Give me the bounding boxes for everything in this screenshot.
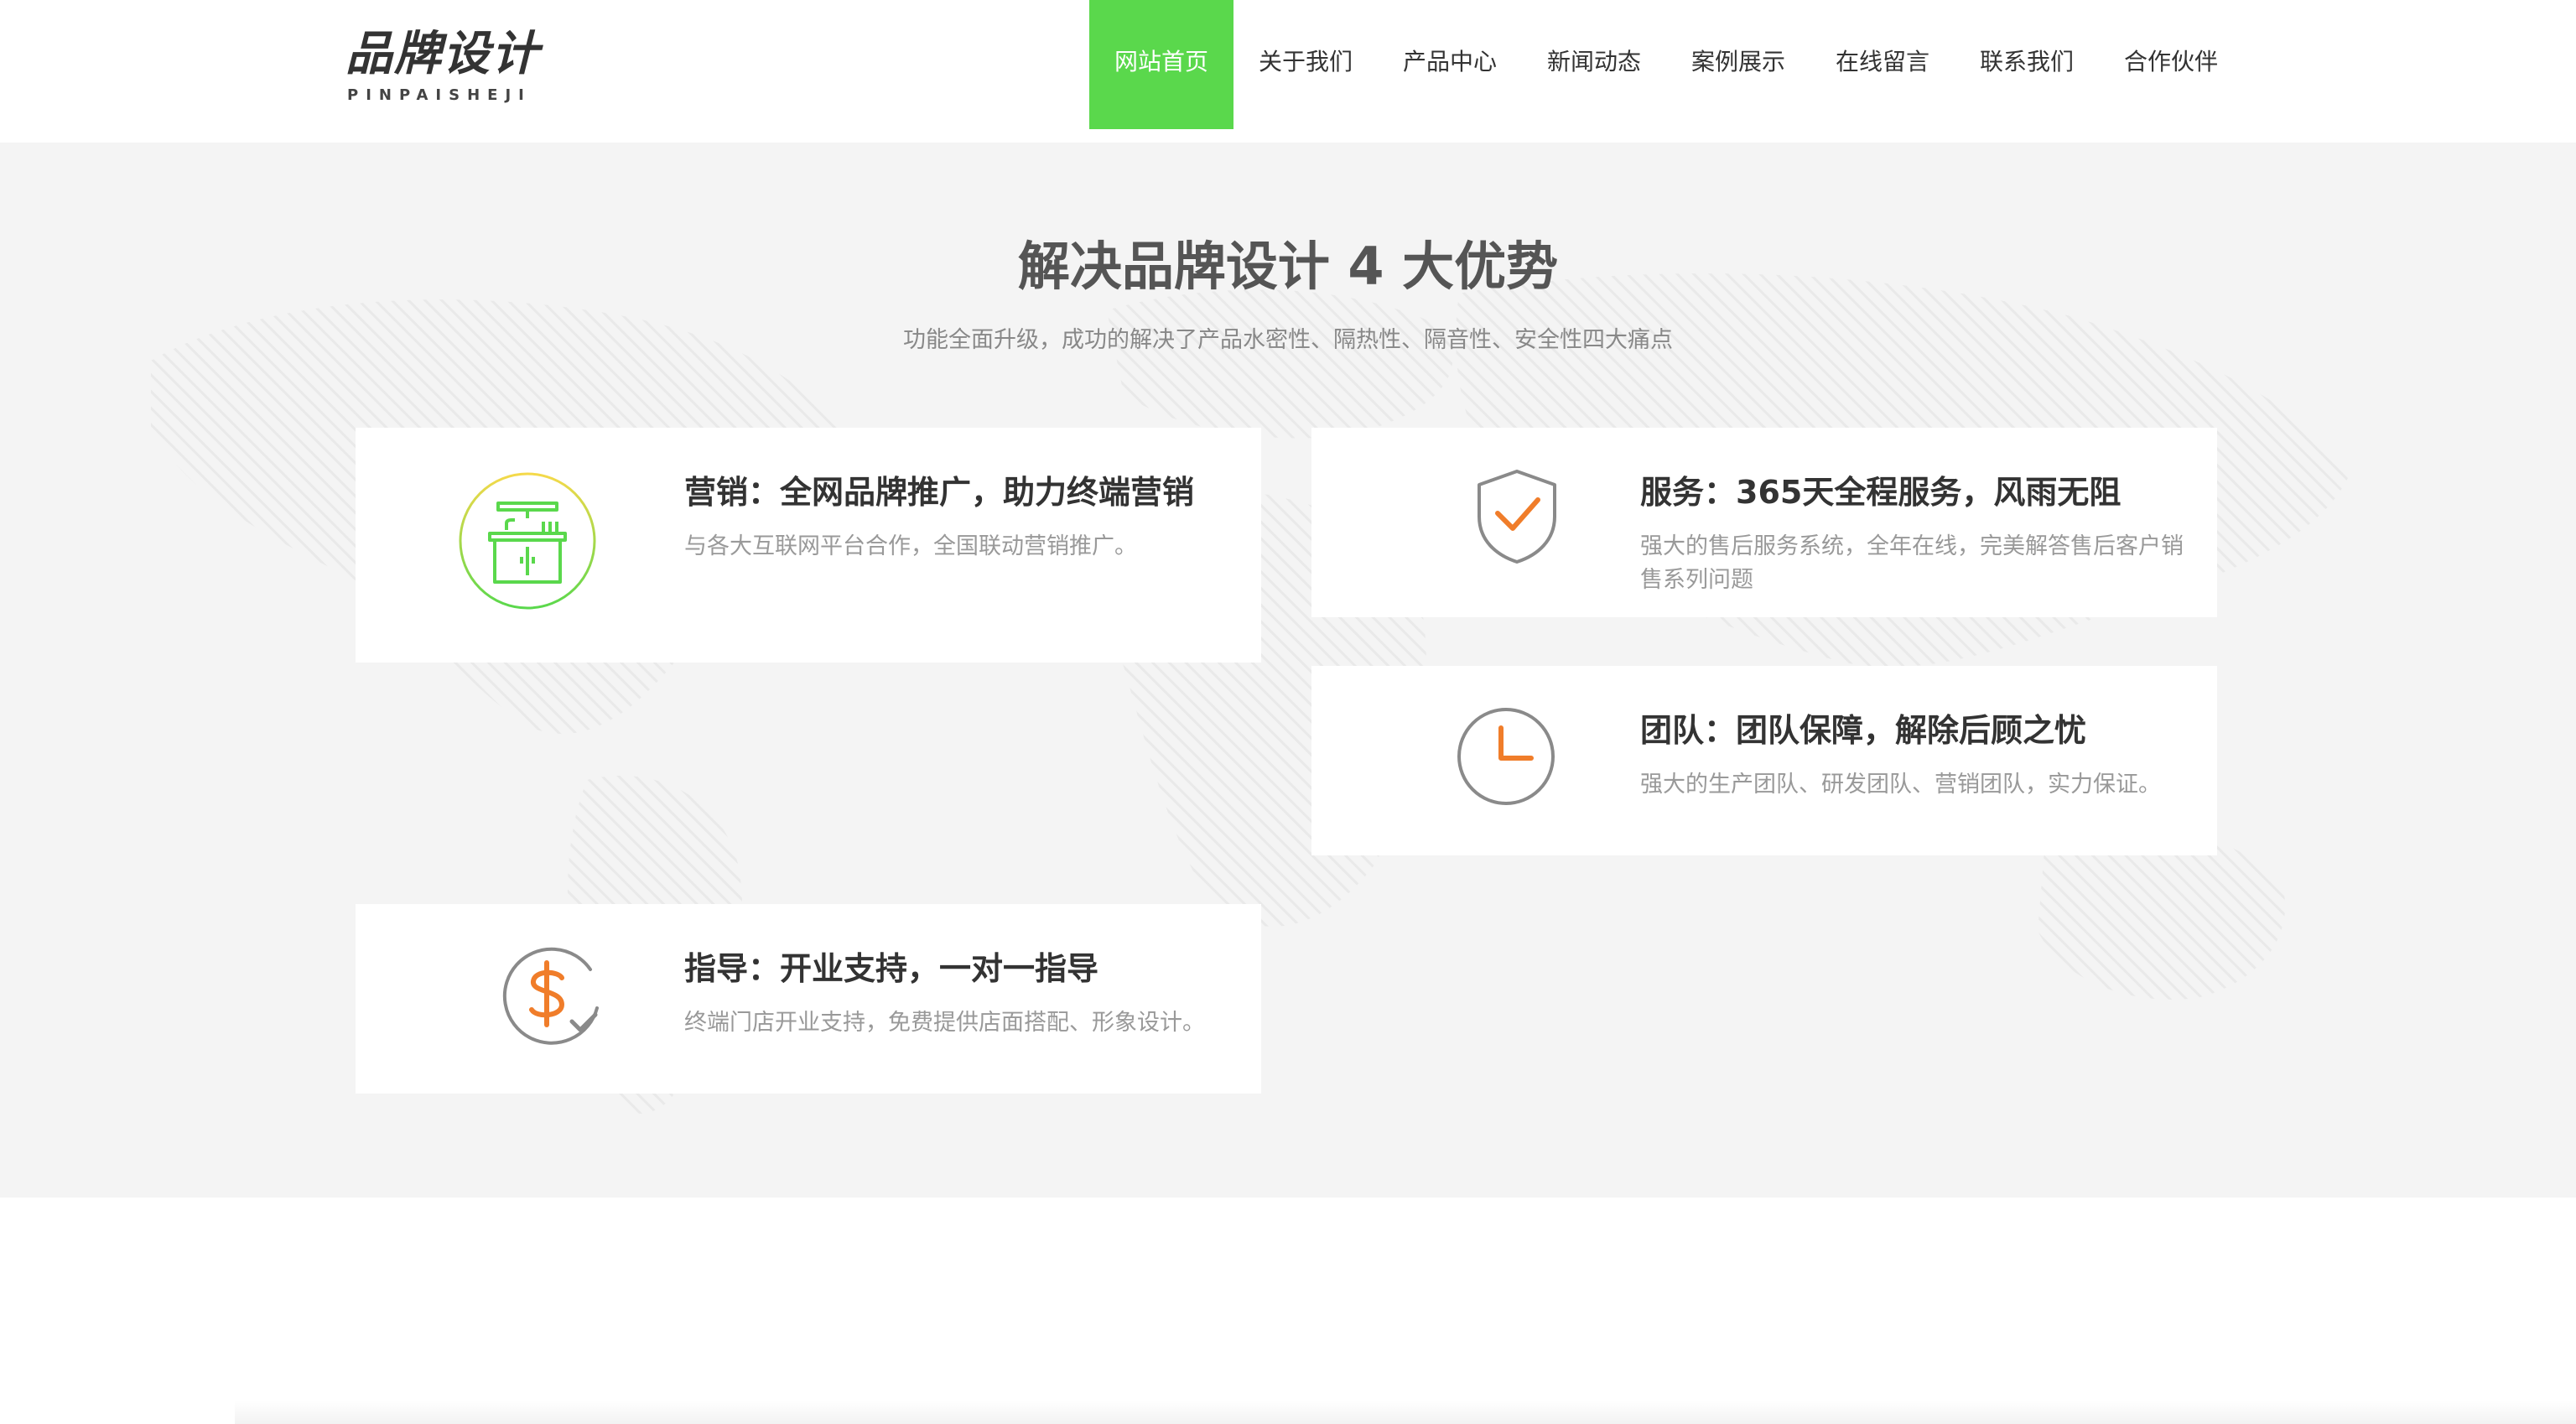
card-description: 强大的生产团队、研发团队、营销团队，实力保证。 xyxy=(1640,772,2161,798)
nav-item-contact[interactable]: 联系我们 xyxy=(1955,0,2099,124)
kitchen-cabinet-icon xyxy=(459,472,596,610)
card-title: 营销：全网品牌推广，助力终端营销 xyxy=(684,474,1195,511)
footer-edge-shadow xyxy=(235,1401,2576,1424)
advantages-section: 解决品牌设计 4 大优势 功能全面升级，成功的解决了产品水密性、隔热性、隔音性、… xyxy=(0,143,2576,1198)
advantage-card-guidance: 指导：开业支持，一对一指导 终端门店开业支持，免费提供店面搭配、形象设计。 xyxy=(356,904,1261,1094)
nav-item-about[interactable]: 关于我们 xyxy=(1233,0,1378,124)
advantage-card-marketing: 营销：全网品牌推广，助力终端营销 与各大互联网平台合作，全国联动营销推广。 xyxy=(356,428,1261,663)
nav-item-message[interactable]: 在线留言 xyxy=(1810,0,1955,124)
card-description: 强大的售后服务系统，全年在线，完美解答售后客户销售系列问题 xyxy=(1640,533,2184,593)
nav-item-cases[interactable]: 案例展示 xyxy=(1666,0,1810,124)
main-nav: 网站首页 关于我们 产品中心 新闻动态 案例展示 在线留言 联系我们 合作伙伴 xyxy=(1089,0,2243,129)
shield-check-icon xyxy=(1478,470,1556,564)
card-title: 团队：团队保障，解除后顾之忧 xyxy=(1640,712,2087,749)
card-description: 与各大互联网平台合作，全国联动营销推广。 xyxy=(684,533,1137,559)
card-title: 指导：开业支持，一对一指导 xyxy=(684,950,1099,987)
logo-text-en: PINPAISHEJI xyxy=(347,86,532,104)
section-title: 解决品牌设计 4 大优势 xyxy=(1017,236,1559,297)
advantage-card-team: 团队：团队保障，解除后顾之忧 强大的生产团队、研发团队、营销团队，实力保证。 xyxy=(1311,666,2217,855)
clock-icon xyxy=(1457,708,1555,805)
site-header: 品牌设计 PINPAISHEJI 网站首页 关于我们 产品中心 新闻动态 案例展… xyxy=(0,0,2576,143)
section-subtitle: 功能全面升级，成功的解决了产品水密性、隔热性、隔音性、安全性四大痛点 xyxy=(903,327,1673,353)
logo-text-cn: 品牌设计 xyxy=(345,27,540,81)
dollar-check-icon xyxy=(502,947,599,1045)
nav-item-products[interactable]: 产品中心 xyxy=(1378,0,1522,124)
advantage-card-service: 服务：365天全程服务，风雨无阻 强大的售后服务系统，全年在线，完美解答售后客户… xyxy=(1311,428,2217,617)
nav-item-home[interactable]: 网站首页 xyxy=(1089,0,1233,129)
site-logo[interactable]: 品牌设计 PINPAISHEJI xyxy=(345,25,547,109)
card-description: 终端门店开业支持，免费提供店面搭配、形象设计。 xyxy=(684,1010,1205,1036)
nav-item-partners[interactable]: 合作伙伴 xyxy=(2099,0,2243,124)
nav-item-news[interactable]: 新闻动态 xyxy=(1522,0,1666,124)
card-title: 服务：365天全程服务，风雨无阻 xyxy=(1640,474,2122,511)
